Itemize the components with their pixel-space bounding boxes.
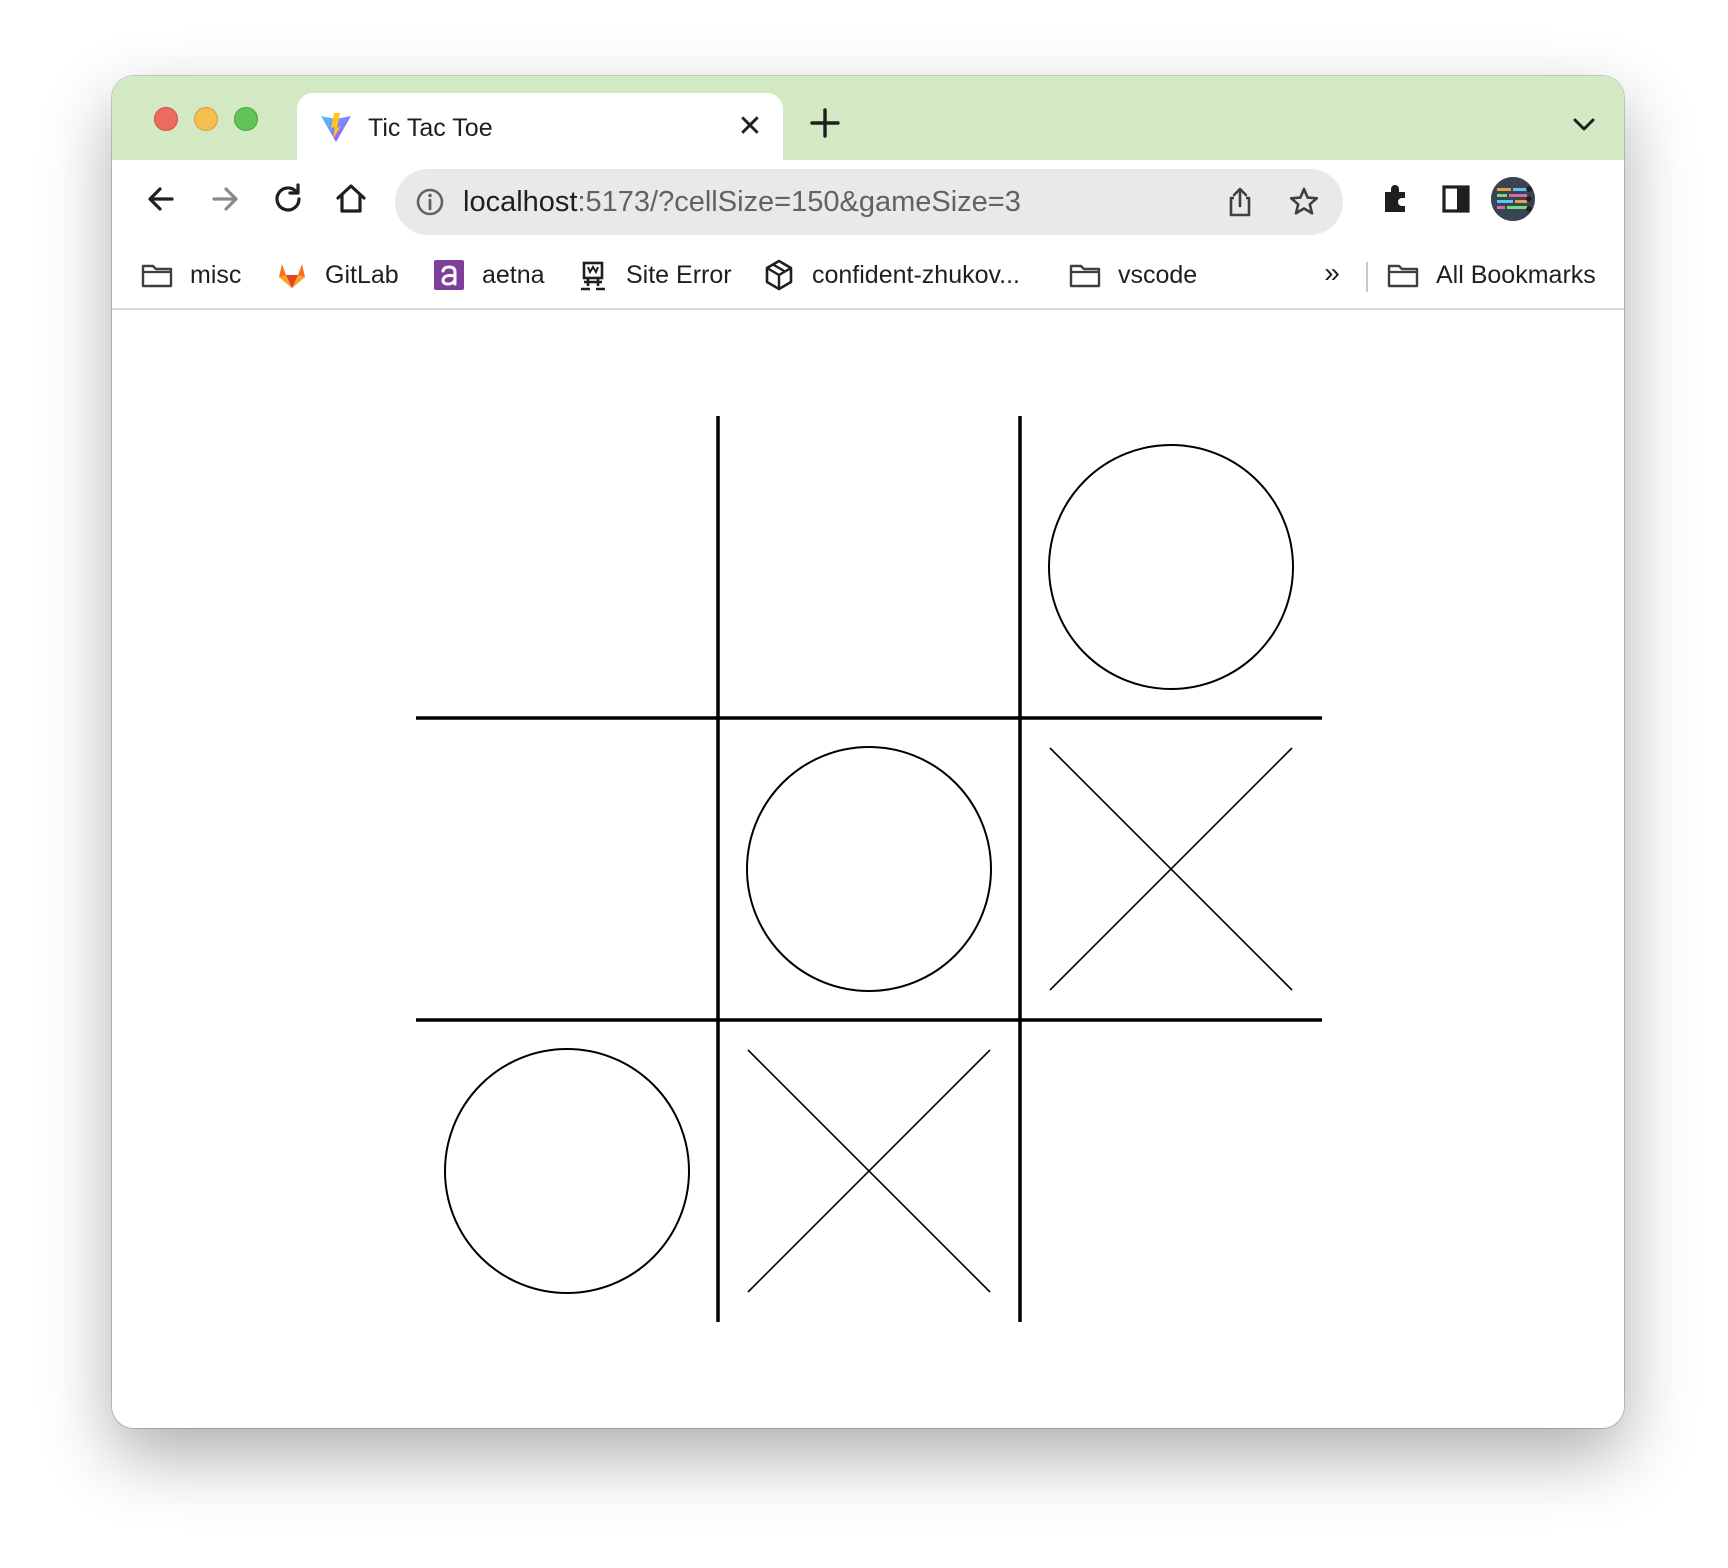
folder-icon [1387,264,1419,288]
board-cell[interactable] [416,416,718,718]
board-cell[interactable] [416,1020,718,1322]
bookmark-gitlab[interactable]: GitLab [275,256,399,294]
bookmark-label: vscode [1118,261,1198,289]
star-icon[interactable] [1287,185,1321,219]
minimize-window-button[interactable] [194,107,218,131]
bookmarks-bar: misc GitLab aetna Site Error confident-z… [112,242,1624,310]
tab-tic-tac-toe[interactable]: Tic Tac Toe ✕ [297,93,783,160]
side-panel-icon[interactable] [1437,180,1475,218]
tab-search-chevron-down-icon[interactable] [1570,110,1598,138]
board-cell[interactable] [416,718,718,1020]
forward-arrow-icon[interactable] [206,180,244,218]
bookmark-misc[interactable]: misc [140,256,241,294]
bookmark-label: confident-zhukov... [812,261,1020,289]
bookmark-label: misc [190,261,242,289]
bookmark-aetna[interactable]: aetna [432,256,545,294]
folder-icon [1069,264,1101,288]
codesandbox-icon [765,259,793,291]
url-host: localhost [463,186,578,218]
folder-icon [141,264,173,288]
address-bar[interactable]: localhost:5173/?cellSize=150&gameSize=3 [395,169,1343,235]
tic-tac-toe-board[interactable] [112,310,1624,1428]
url-path: :5173/?cellSize=150&gameSize=3 [577,186,1021,218]
close-window-button[interactable] [154,107,178,131]
bookmark-all-bookmarks[interactable]: All Bookmarks [1386,256,1596,294]
extensions-puzzle-icon[interactable] [1377,180,1415,218]
info-icon[interactable] [413,185,447,219]
bookmark-label: GitLab [325,261,399,289]
bookmarks-overflow-chevron[interactable]: » [1317,256,1347,294]
new-tab-plus-icon[interactable] [808,106,842,140]
home-icon[interactable] [332,180,370,218]
zoom-window-button[interactable] [234,107,258,131]
reload-icon[interactable] [269,180,307,218]
robot-icon [581,261,605,291]
kebab-menu-icon[interactable] [1510,180,1548,218]
tab-title: Tic Tac Toe [368,114,493,142]
browser-window: Tic Tac Toe ✕ localhost:5173/?cellSize=1… [112,76,1624,1428]
gitlab-icon [279,264,305,288]
aetna-icon [434,260,464,290]
bookmark-label: aetna [482,261,545,289]
bookmark-label: All Bookmarks [1436,261,1596,289]
tab-strip: Tic Tac Toe ✕ [112,76,1624,160]
bookmark-confident-zhukov[interactable]: confident-zhukov... [762,256,1020,294]
bookmark-label: Site Error [626,261,732,289]
url-text[interactable]: localhost:5173/?cellSize=150&gameSize=3 [463,184,1021,220]
bookmarks-separator [1366,262,1368,292]
page-content [112,310,1624,1428]
tab-close-icon[interactable]: ✕ [733,110,767,144]
board-cell[interactable] [1020,1020,1322,1322]
board-cell[interactable] [718,416,1020,718]
back-arrow-icon[interactable] [142,180,180,218]
browser-toolbar: localhost:5173/?cellSize=150&gameSize=3 [112,160,1624,242]
vite-logo-icon [321,113,351,142]
bookmark-vscode[interactable]: vscode [1068,256,1197,294]
bookmark-site-error[interactable]: Site Error [576,256,732,294]
board-cell[interactable] [718,718,1020,1020]
share-icon[interactable] [1223,185,1257,219]
board-cell[interactable] [1020,416,1322,718]
